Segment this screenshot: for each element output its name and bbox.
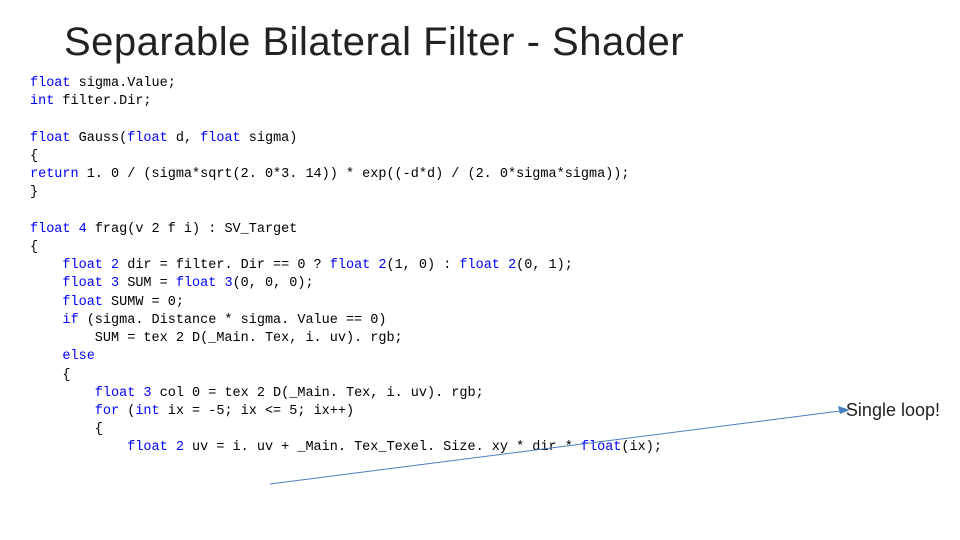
code-text: { (30, 240, 38, 255)
keyword: float 3 (176, 276, 233, 291)
code-text: sigma) (241, 131, 298, 146)
code-text: uv = i. uv + _Main. Tex_Texel. Size. xy … (184, 440, 581, 455)
code-text: filter.Dir; (54, 94, 151, 109)
keyword: float (30, 76, 71, 91)
keyword: float 3 (30, 386, 152, 401)
keyword: float (30, 295, 103, 310)
keyword: if (30, 313, 79, 328)
code-text: { (30, 149, 38, 164)
code-text: ( (119, 404, 135, 419)
callout-label: Single loop! (846, 400, 940, 421)
keyword: int (30, 94, 54, 109)
keyword: return (30, 167, 79, 182)
keyword: float (127, 131, 168, 146)
keyword: float (581, 440, 622, 455)
slide-title: Separable Bilateral Filter - Shader (64, 20, 930, 65)
code-text: { (30, 422, 103, 437)
keyword: float (200, 131, 241, 146)
code-text: sigma.Value; (71, 76, 176, 91)
code-text: (sigma. Distance * sigma. Value == 0) (79, 313, 387, 328)
keyword: float 4 (30, 222, 87, 237)
code-text: frag(v 2 f i) : SV_Target (87, 222, 298, 237)
code-text: (ix); (621, 440, 662, 455)
code-text: SUM = tex 2 D(_Main. Tex, i. uv). rgb; (30, 331, 403, 346)
code-text: SUMW = 0; (103, 295, 184, 310)
code-text: (1, 0) : (386, 258, 459, 273)
code-text: SUM = (119, 276, 176, 291)
code-text: } (30, 185, 38, 200)
callout-arrow (270, 477, 850, 489)
keyword: for (30, 404, 119, 419)
keyword: float 3 (30, 276, 119, 291)
code-text: dir = filter. Dir == 0 ? (119, 258, 330, 273)
code-text: col 0 = tex 2 D(_Main. Tex, i. uv). rgb; (152, 386, 484, 401)
code-text: 1. 0 / (sigma*sqrt(2. 0*3. 14)) * exp((-… (79, 167, 630, 182)
keyword: float 2 (30, 258, 119, 273)
code-text: d, (168, 131, 200, 146)
keyword: float 2 (30, 440, 184, 455)
keyword: int (135, 404, 159, 419)
code-block: float sigma.Value; int filter.Dir; float… (30, 75, 930, 458)
code-text: ix = -5; ix <= 5; ix++) (160, 404, 354, 419)
code-text: { (30, 368, 71, 383)
keyword: float (30, 131, 71, 146)
keyword: float 2 (330, 258, 387, 273)
keyword: else (30, 349, 95, 364)
code-text: (0, 1); (516, 258, 573, 273)
keyword: float 2 (459, 258, 516, 273)
code-text: Gauss( (71, 131, 128, 146)
code-text: (0, 0, 0); (233, 276, 314, 291)
